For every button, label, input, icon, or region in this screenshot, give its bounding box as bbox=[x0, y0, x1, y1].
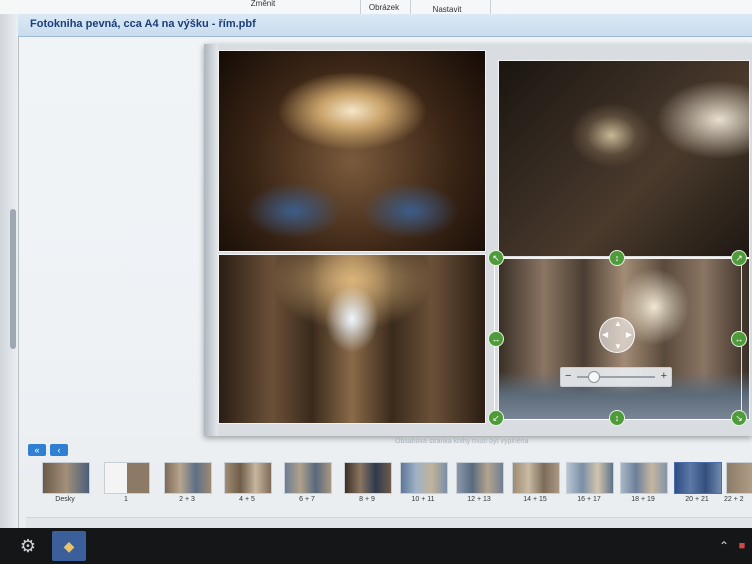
photo-dome-top-left[interactable] bbox=[218, 50, 486, 252]
thumbnail-page-12-13[interactable]: 12 + 13 bbox=[454, 458, 504, 508]
left-panel-edge bbox=[0, 14, 19, 534]
thumbnail-cover[interactable]: Desky bbox=[40, 458, 90, 508]
thumbnail-label: 1 bbox=[124, 496, 128, 503]
settings-button[interactable]: Nastavit bbox=[412, 6, 482, 14]
thumbnail-page-14-15[interactable]: 14 + 15 bbox=[510, 458, 560, 508]
thumbnail-label: Desky bbox=[55, 496, 75, 503]
thumbnail-page-18-19[interactable]: 18 + 19 bbox=[618, 458, 668, 508]
pan-left-icon[interactable]: ◀ bbox=[602, 330, 608, 339]
taskbar: ⚙ ◆ ⌃ ■ bbox=[0, 528, 752, 564]
zoom-knob[interactable] bbox=[587, 371, 600, 383]
photobook-app-icon[interactable]: ◆ bbox=[52, 531, 86, 561]
thumbnail-page-1[interactable]: 1 bbox=[102, 458, 150, 508]
toolbar-separator bbox=[490, 0, 491, 14]
photo-nave-bottom-left[interactable] bbox=[218, 254, 486, 424]
pan-down-icon[interactable]: ▼ bbox=[614, 342, 622, 351]
application-window: Změnit Obrázek Nastavit Fotokniha pevná,… bbox=[0, 0, 752, 564]
resize-handle-top[interactable]: ↕ bbox=[609, 250, 625, 266]
zoom-out-button[interactable]: − bbox=[565, 370, 571, 382]
thumbnail-page-10-11[interactable]: 10 + 11 bbox=[398, 458, 448, 508]
resize-handle-bottom-left[interactable]: ↙ bbox=[488, 410, 504, 426]
photo-dome-top-right[interactable] bbox=[498, 60, 750, 258]
pan-right-icon[interactable]: ▶ bbox=[626, 330, 632, 339]
thumbnail-label: 18 + 19 bbox=[631, 496, 655, 503]
zoom-in-button[interactable]: + bbox=[661, 370, 667, 382]
thumbnail-page-6-7[interactable]: 6 + 7 bbox=[282, 458, 332, 508]
document-title: Fotokniha pevná, cca A4 na výšku - řím.p… bbox=[30, 18, 256, 30]
thumbnail-label: 20 + 21 bbox=[685, 496, 709, 503]
thumbnail-label: 22 + 2 bbox=[724, 496, 744, 503]
thumbnail-label: 10 + 11 bbox=[411, 496, 435, 503]
book-spread: ↖ ↕ ↗ ↔ ↔ ↙ ↕ ↘ ▲ ▼ ◀ ▶ − + bbox=[204, 44, 752, 436]
thumbnail-page-8-9[interactable]: 8 + 9 bbox=[342, 458, 392, 508]
gear-icon[interactable]: ⚙ bbox=[16, 534, 40, 558]
thumbnail-label: 12 + 13 bbox=[467, 496, 491, 503]
thumbnail-page-22-23[interactable]: 22 + 2 bbox=[724, 458, 752, 508]
zoom-slider[interactable]: − + bbox=[560, 367, 672, 387]
image-button[interactable]: Obrázek bbox=[349, 4, 419, 12]
resize-handle-top-left[interactable]: ↖ bbox=[488, 250, 504, 266]
resize-handle-top-right[interactable]: ↗ bbox=[731, 250, 747, 266]
pan-control[interactable]: ▲ ▼ ◀ ▶ bbox=[599, 317, 635, 353]
toolbar-separator bbox=[410, 0, 411, 14]
previous-page-button[interactable]: ‹ bbox=[50, 444, 68, 456]
page-thumbnail-strip: Desky 1 2 + 3 4 + 5 6 + 7 8 + 9 10 + 11 bbox=[30, 458, 752, 514]
resize-handle-right[interactable]: ↔ bbox=[731, 331, 747, 347]
thumbnail-page-20-21[interactable]: 20 + 21 bbox=[672, 458, 722, 508]
first-page-button[interactable]: « bbox=[28, 444, 46, 456]
resize-handle-bottom[interactable]: ↕ bbox=[609, 410, 625, 426]
pan-up-icon[interactable]: ▲ bbox=[614, 319, 622, 328]
thumbnail-label: 6 + 7 bbox=[299, 496, 315, 503]
thumbnail-page-2-3[interactable]: 2 + 3 bbox=[162, 458, 212, 508]
change-button[interactable]: Změnit bbox=[228, 0, 298, 8]
resize-handle-bottom-right[interactable]: ↘ bbox=[731, 410, 747, 426]
vertical-scrollbar-thumb[interactable] bbox=[10, 209, 16, 349]
horizontal-scrollbar[interactable] bbox=[26, 517, 752, 528]
page-edge bbox=[204, 44, 218, 436]
thumbnail-page-4-5[interactable]: 4 + 5 bbox=[222, 458, 272, 508]
thumbnail-label: 8 + 9 bbox=[359, 496, 375, 503]
thumbnail-label: 14 + 15 bbox=[523, 496, 547, 503]
resize-handle-left[interactable]: ↔ bbox=[488, 331, 504, 347]
tray-app-icon[interactable]: ■ bbox=[730, 534, 752, 558]
thumbnail-label: 4 + 5 bbox=[239, 496, 255, 503]
document-title-bar: Fotokniha pevná, cca A4 na výšku - řím.p… bbox=[18, 14, 752, 37]
thumbnail-label: 2 + 3 bbox=[179, 496, 195, 503]
thumbnail-page-16-17[interactable]: 16 + 17 bbox=[564, 458, 614, 508]
page-note: Obsahová stránka knihy musí být vyplněna bbox=[395, 438, 529, 445]
thumbnail-label: 16 + 17 bbox=[577, 496, 601, 503]
top-toolbar: Změnit Obrázek Nastavit bbox=[0, 0, 752, 15]
